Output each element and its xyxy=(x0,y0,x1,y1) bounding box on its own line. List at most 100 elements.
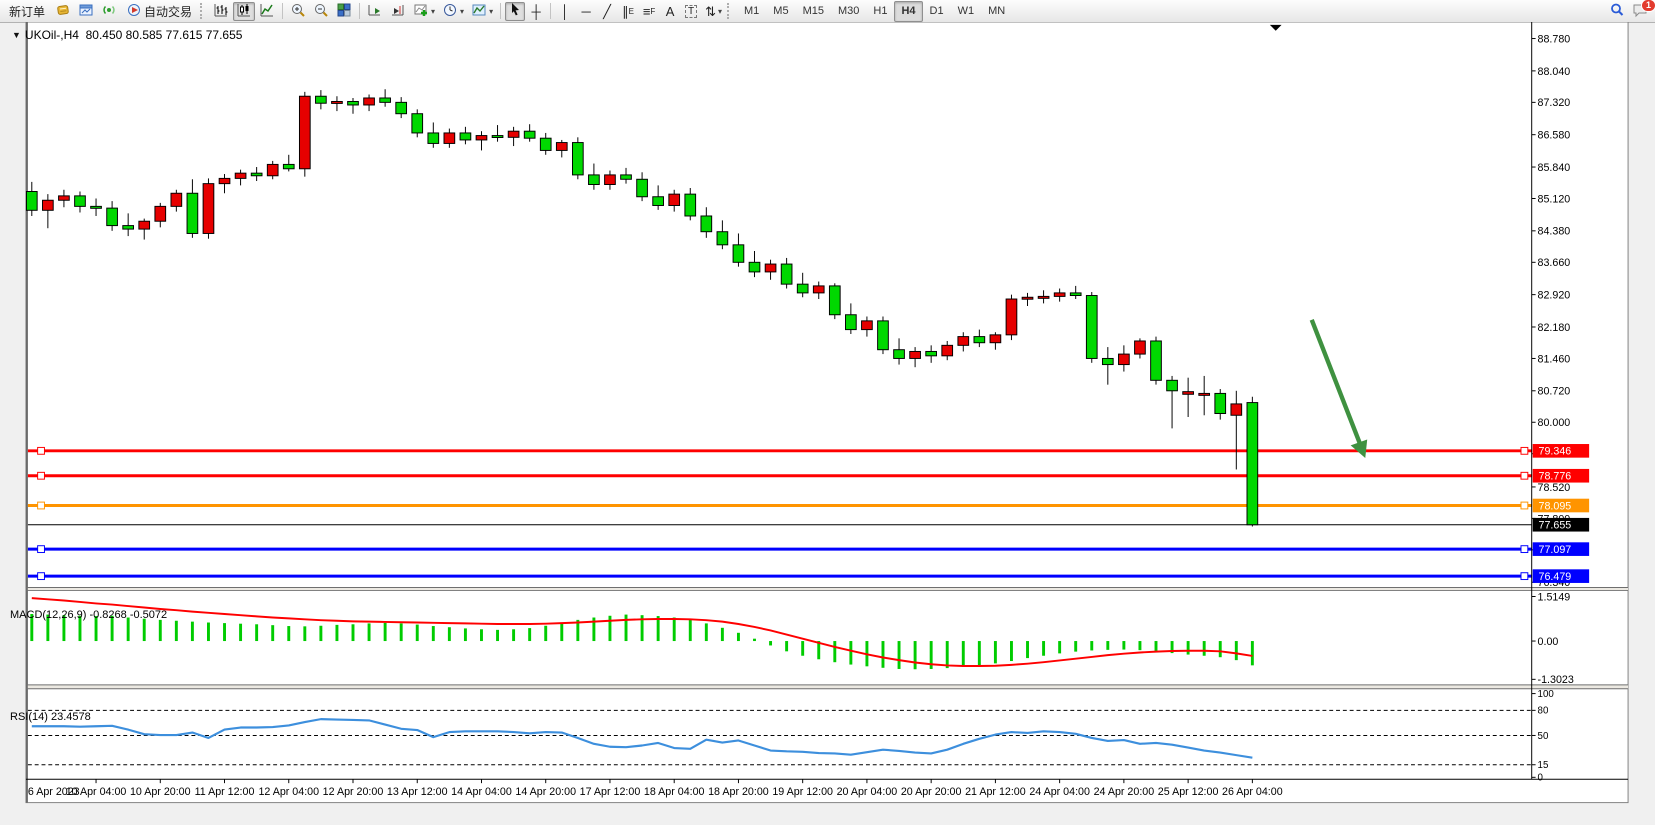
macd-histogram-bar xyxy=(1251,641,1254,665)
macd-histogram-bar xyxy=(159,620,162,641)
tile-windows-button[interactable] xyxy=(333,2,355,21)
line-chart-type-button[interactable] xyxy=(256,2,278,21)
macd-histogram-bar xyxy=(849,641,852,665)
svg-text:82.180: 82.180 xyxy=(1538,322,1571,334)
timeframe-button-D1[interactable]: D1 xyxy=(923,1,951,22)
candle-body xyxy=(1167,380,1178,390)
line-handle xyxy=(38,472,45,479)
candle-body xyxy=(187,193,198,233)
timeframe-button-H1[interactable]: H1 xyxy=(866,1,894,22)
time-label: 18 Apr 20:00 xyxy=(708,786,769,798)
candlestick-icon xyxy=(236,2,252,21)
macd-histogram-bar xyxy=(898,641,901,669)
time-label: 11 Apr 12:00 xyxy=(195,786,255,798)
chart-shift-button[interactable] xyxy=(387,2,409,21)
symbol-period-label: UKOil-,H4 xyxy=(25,28,79,42)
pane-separator[interactable] xyxy=(28,685,1628,689)
signals-button[interactable] xyxy=(98,2,120,21)
macd-histogram-bar xyxy=(721,628,724,641)
text-label-tool-button[interactable]: T xyxy=(681,2,701,21)
fibonacci-tool-button[interactable]: ≡F xyxy=(639,2,659,21)
auto-scroll-icon xyxy=(367,2,383,21)
svg-text:80.000: 80.000 xyxy=(1538,417,1571,429)
macd-histogram-bar xyxy=(207,623,210,642)
macd-histogram-bar xyxy=(416,625,419,641)
chart-title: ▼UKOil-,H4 80.450 80.585 77.615 77.655 xyxy=(12,28,242,42)
macd-histogram-bar xyxy=(432,626,435,641)
candle-body xyxy=(251,173,262,176)
cursor-tool-button[interactable] xyxy=(505,2,525,21)
bar-chart-type-button[interactable] xyxy=(210,2,232,21)
svg-text:86.580: 86.580 xyxy=(1538,130,1571,142)
market-watch-button[interactable] xyxy=(75,2,97,21)
auto-trading-button[interactable]: 自动交易 xyxy=(121,2,198,21)
candle-body xyxy=(1119,354,1130,364)
chart-canvas[interactable]: 88.78088.04087.32086.58085.84085.12084.3… xyxy=(0,22,1655,825)
macd-histogram-bar xyxy=(801,641,804,656)
candle-body xyxy=(701,216,712,232)
macd-histogram-bar xyxy=(1058,641,1061,653)
equidistant-channel-tool-button[interactable]: ∥E xyxy=(618,2,638,21)
svg-text:85.840: 85.840 xyxy=(1538,162,1571,174)
gold-seal-icon xyxy=(55,2,71,21)
macd-histogram-bar xyxy=(560,623,563,641)
timeframe-button-MN[interactable]: MN xyxy=(981,1,1012,22)
timeframe-button-W1[interactable]: W1 xyxy=(951,1,982,22)
candle-body xyxy=(1102,358,1113,364)
svg-text:-1.3023: -1.3023 xyxy=(1538,674,1574,686)
time-label: 14 Apr 20:00 xyxy=(515,786,576,798)
time-label: 26 Apr 04:00 xyxy=(1222,786,1283,798)
horizontal-line-tool-button[interactable]: ─ xyxy=(576,2,596,21)
macd-histogram-bar xyxy=(769,641,772,645)
zoom-out-button[interactable] xyxy=(310,2,332,21)
candle-body xyxy=(1151,341,1162,380)
macd-histogram-bar xyxy=(753,639,756,641)
trendline-tool-button[interactable]: ╱ xyxy=(597,2,617,21)
candle-body xyxy=(1135,341,1146,354)
candle-body xyxy=(171,193,182,206)
timeframe-button-M5[interactable]: M5 xyxy=(766,1,795,22)
svg-text:80.720: 80.720 xyxy=(1538,386,1571,398)
rsi-indicator-label: RSI(14) 23.4578 xyxy=(10,711,91,723)
svg-text:78.520: 78.520 xyxy=(1538,482,1571,494)
add-indicator-icon xyxy=(413,2,429,21)
search-button[interactable] xyxy=(1606,2,1628,21)
timeframe-button-H4[interactable]: H4 xyxy=(894,1,922,22)
candle-body xyxy=(476,136,487,140)
timeframe-button-M1[interactable]: M1 xyxy=(737,1,766,22)
candle-body xyxy=(59,196,70,200)
candlestick-chart-type-button[interactable] xyxy=(233,2,255,21)
zoom-in-button[interactable] xyxy=(287,2,309,21)
macd-histogram-bar xyxy=(1235,641,1238,660)
macd-histogram-bar xyxy=(448,627,451,641)
candle-body xyxy=(669,194,680,205)
arrows-tool-button[interactable]: ⇅▾ xyxy=(702,2,725,21)
period-selector-button[interactable]: ▾ xyxy=(439,2,467,21)
time-label: 20 Apr 20:00 xyxy=(901,786,962,798)
notifications-button[interactable]: 1 xyxy=(1629,2,1652,21)
auto-scroll-button[interactable] xyxy=(364,2,386,21)
candle-body xyxy=(926,351,937,355)
timeframe-button-M15[interactable]: M15 xyxy=(796,1,831,22)
svg-text:15: 15 xyxy=(1538,760,1549,771)
template-button[interactable]: ▾ xyxy=(468,2,496,21)
candle-body xyxy=(428,133,439,143)
line-handle xyxy=(1521,502,1528,509)
time-label: 19 Apr 12:00 xyxy=(772,786,833,798)
crosshair-tool-button[interactable]: ┼ xyxy=(526,2,546,21)
svg-text:88.040: 88.040 xyxy=(1538,66,1571,78)
time-label: 21 Apr 12:00 xyxy=(965,786,1026,798)
vertical-line-tool-button[interactable]: │ xyxy=(555,2,575,21)
macd-histogram-bar xyxy=(400,623,403,641)
history-center-button[interactable] xyxy=(52,2,74,21)
chart-menu-arrow-icon[interactable]: ▼ xyxy=(12,30,21,40)
candle-body xyxy=(765,264,776,272)
macd-histogram-bar xyxy=(609,616,612,641)
add-indicator-button[interactable]: ▾ xyxy=(410,2,438,21)
new-order-button[interactable]: 新订单 xyxy=(3,2,51,21)
candle-body xyxy=(316,96,327,103)
text-tool-button[interactable]: A xyxy=(660,2,680,21)
candle-body xyxy=(283,164,294,168)
candle-body xyxy=(235,173,246,178)
timeframe-button-M30[interactable]: M30 xyxy=(831,1,866,22)
